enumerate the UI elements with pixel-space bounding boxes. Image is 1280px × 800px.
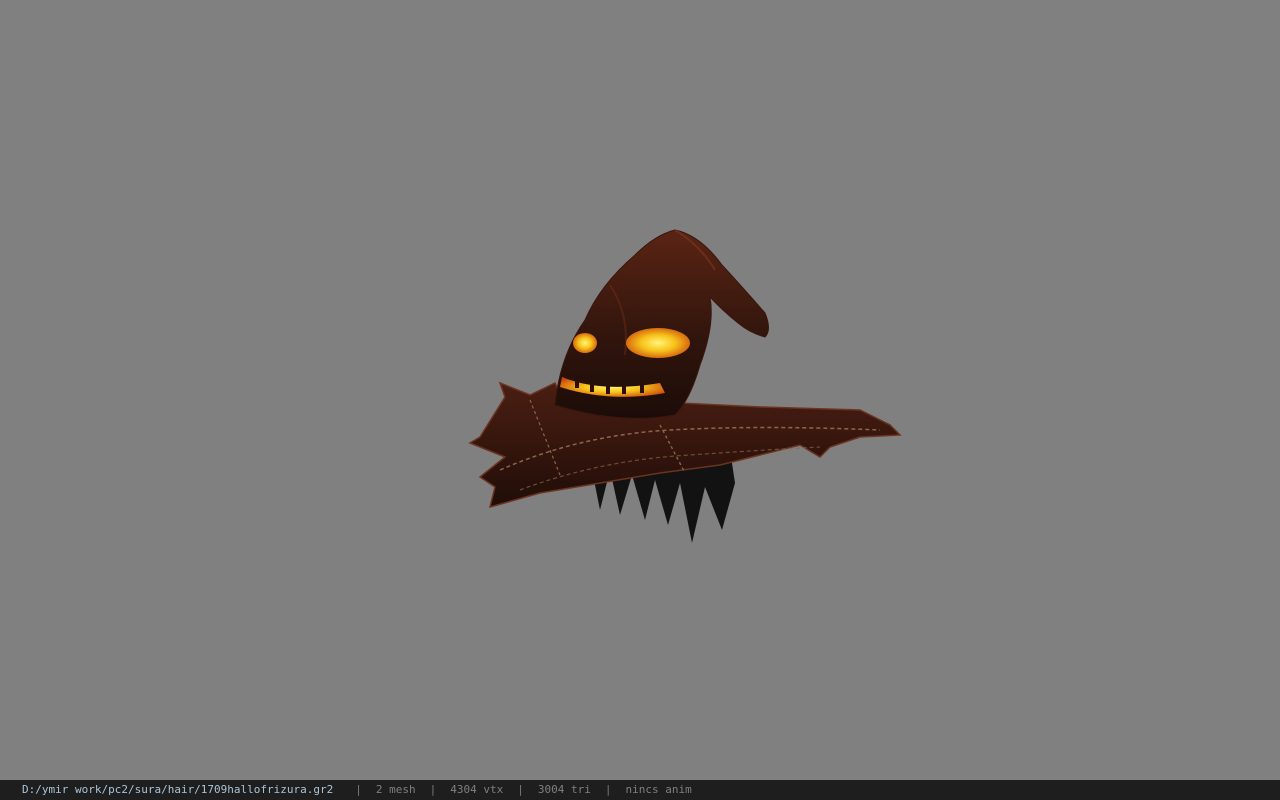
animation-status: nincs anim (625, 783, 692, 796)
file-path: D:/ymir work/pc2/sura/hair/1709hallofriz… (22, 783, 334, 796)
right-eye (626, 328, 690, 358)
status-bar: D:/ymir work/pc2/sura/hair/1709hallofriz… (0, 780, 1280, 800)
3d-viewport[interactable] (0, 0, 1280, 780)
separator: | (429, 783, 437, 796)
separator: | (604, 783, 612, 796)
separator: | (517, 783, 524, 796)
left-eye (573, 333, 597, 353)
vertex-count: 4304 vtx (450, 783, 504, 796)
hat-model-render[interactable] (460, 225, 910, 555)
triangle-count: 3004 tri (537, 783, 591, 796)
mesh-count: 2 mesh (375, 783, 416, 796)
separator: | (355, 783, 362, 796)
